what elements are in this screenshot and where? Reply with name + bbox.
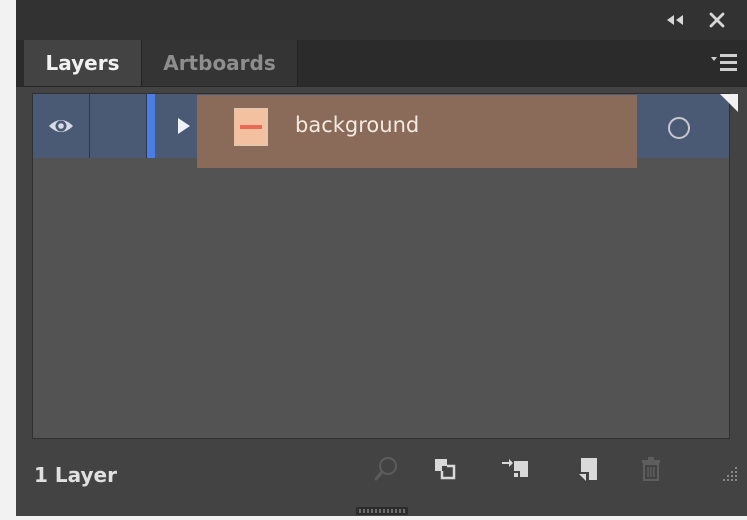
new-layer-icon bbox=[579, 458, 597, 481]
lock-toggle[interactable] bbox=[90, 94, 147, 158]
panel-menu-button[interactable] bbox=[709, 50, 739, 76]
selection-corner-marker bbox=[720, 94, 738, 112]
create-sublayer-button[interactable] bbox=[500, 454, 530, 484]
tab-layers[interactable]: Layers bbox=[24, 40, 141, 86]
panel-bottom-resize-handle[interactable] bbox=[352, 501, 412, 515]
double-chevron-left-icon bbox=[667, 15, 683, 25]
panel-footer: 1 Layer bbox=[16, 443, 747, 499]
resize-grip-icon[interactable] bbox=[721, 465, 739, 483]
locate-object-button[interactable] bbox=[371, 454, 401, 484]
layer-name[interactable]: background bbox=[295, 110, 419, 140]
new-layer-button[interactable] bbox=[572, 454, 602, 484]
layer-color-indicator bbox=[147, 94, 155, 158]
make-clipping-mask-button[interactable] bbox=[430, 454, 460, 484]
grip-icon bbox=[356, 507, 408, 515]
layer-list: background bbox=[32, 93, 738, 439]
thumbnail-mark bbox=[240, 125, 262, 129]
trash-icon bbox=[642, 457, 660, 481]
layer-thumbnail bbox=[234, 108, 268, 146]
panel-menu-icon bbox=[711, 54, 737, 71]
clipping-mask-icon bbox=[435, 459, 456, 480]
create-sublayer-icon bbox=[502, 459, 528, 477]
collapse-panel-button[interactable] bbox=[664, 8, 688, 32]
search-icon bbox=[374, 457, 397, 481]
target-circle-icon[interactable] bbox=[668, 117, 690, 139]
layers-panel: Layers Artboards background 1 Layer bbox=[16, 0, 747, 516]
panel-titlebar bbox=[16, 0, 747, 40]
tab-artboards[interactable]: Artboards bbox=[141, 40, 298, 86]
eye-icon bbox=[49, 120, 73, 132]
close-icon bbox=[709, 12, 725, 28]
expand-arrow-icon bbox=[178, 118, 190, 134]
visibility-toggle[interactable] bbox=[33, 94, 90, 158]
panel-tab-bar: Layers Artboards bbox=[16, 40, 747, 87]
layer-count-status: 1 Layer bbox=[34, 463, 117, 487]
close-panel-button[interactable] bbox=[705, 8, 729, 32]
layer-row[interactable]: background bbox=[33, 94, 738, 168]
delete-layer-button[interactable] bbox=[636, 454, 666, 484]
expand-arrow-button[interactable] bbox=[173, 114, 195, 138]
